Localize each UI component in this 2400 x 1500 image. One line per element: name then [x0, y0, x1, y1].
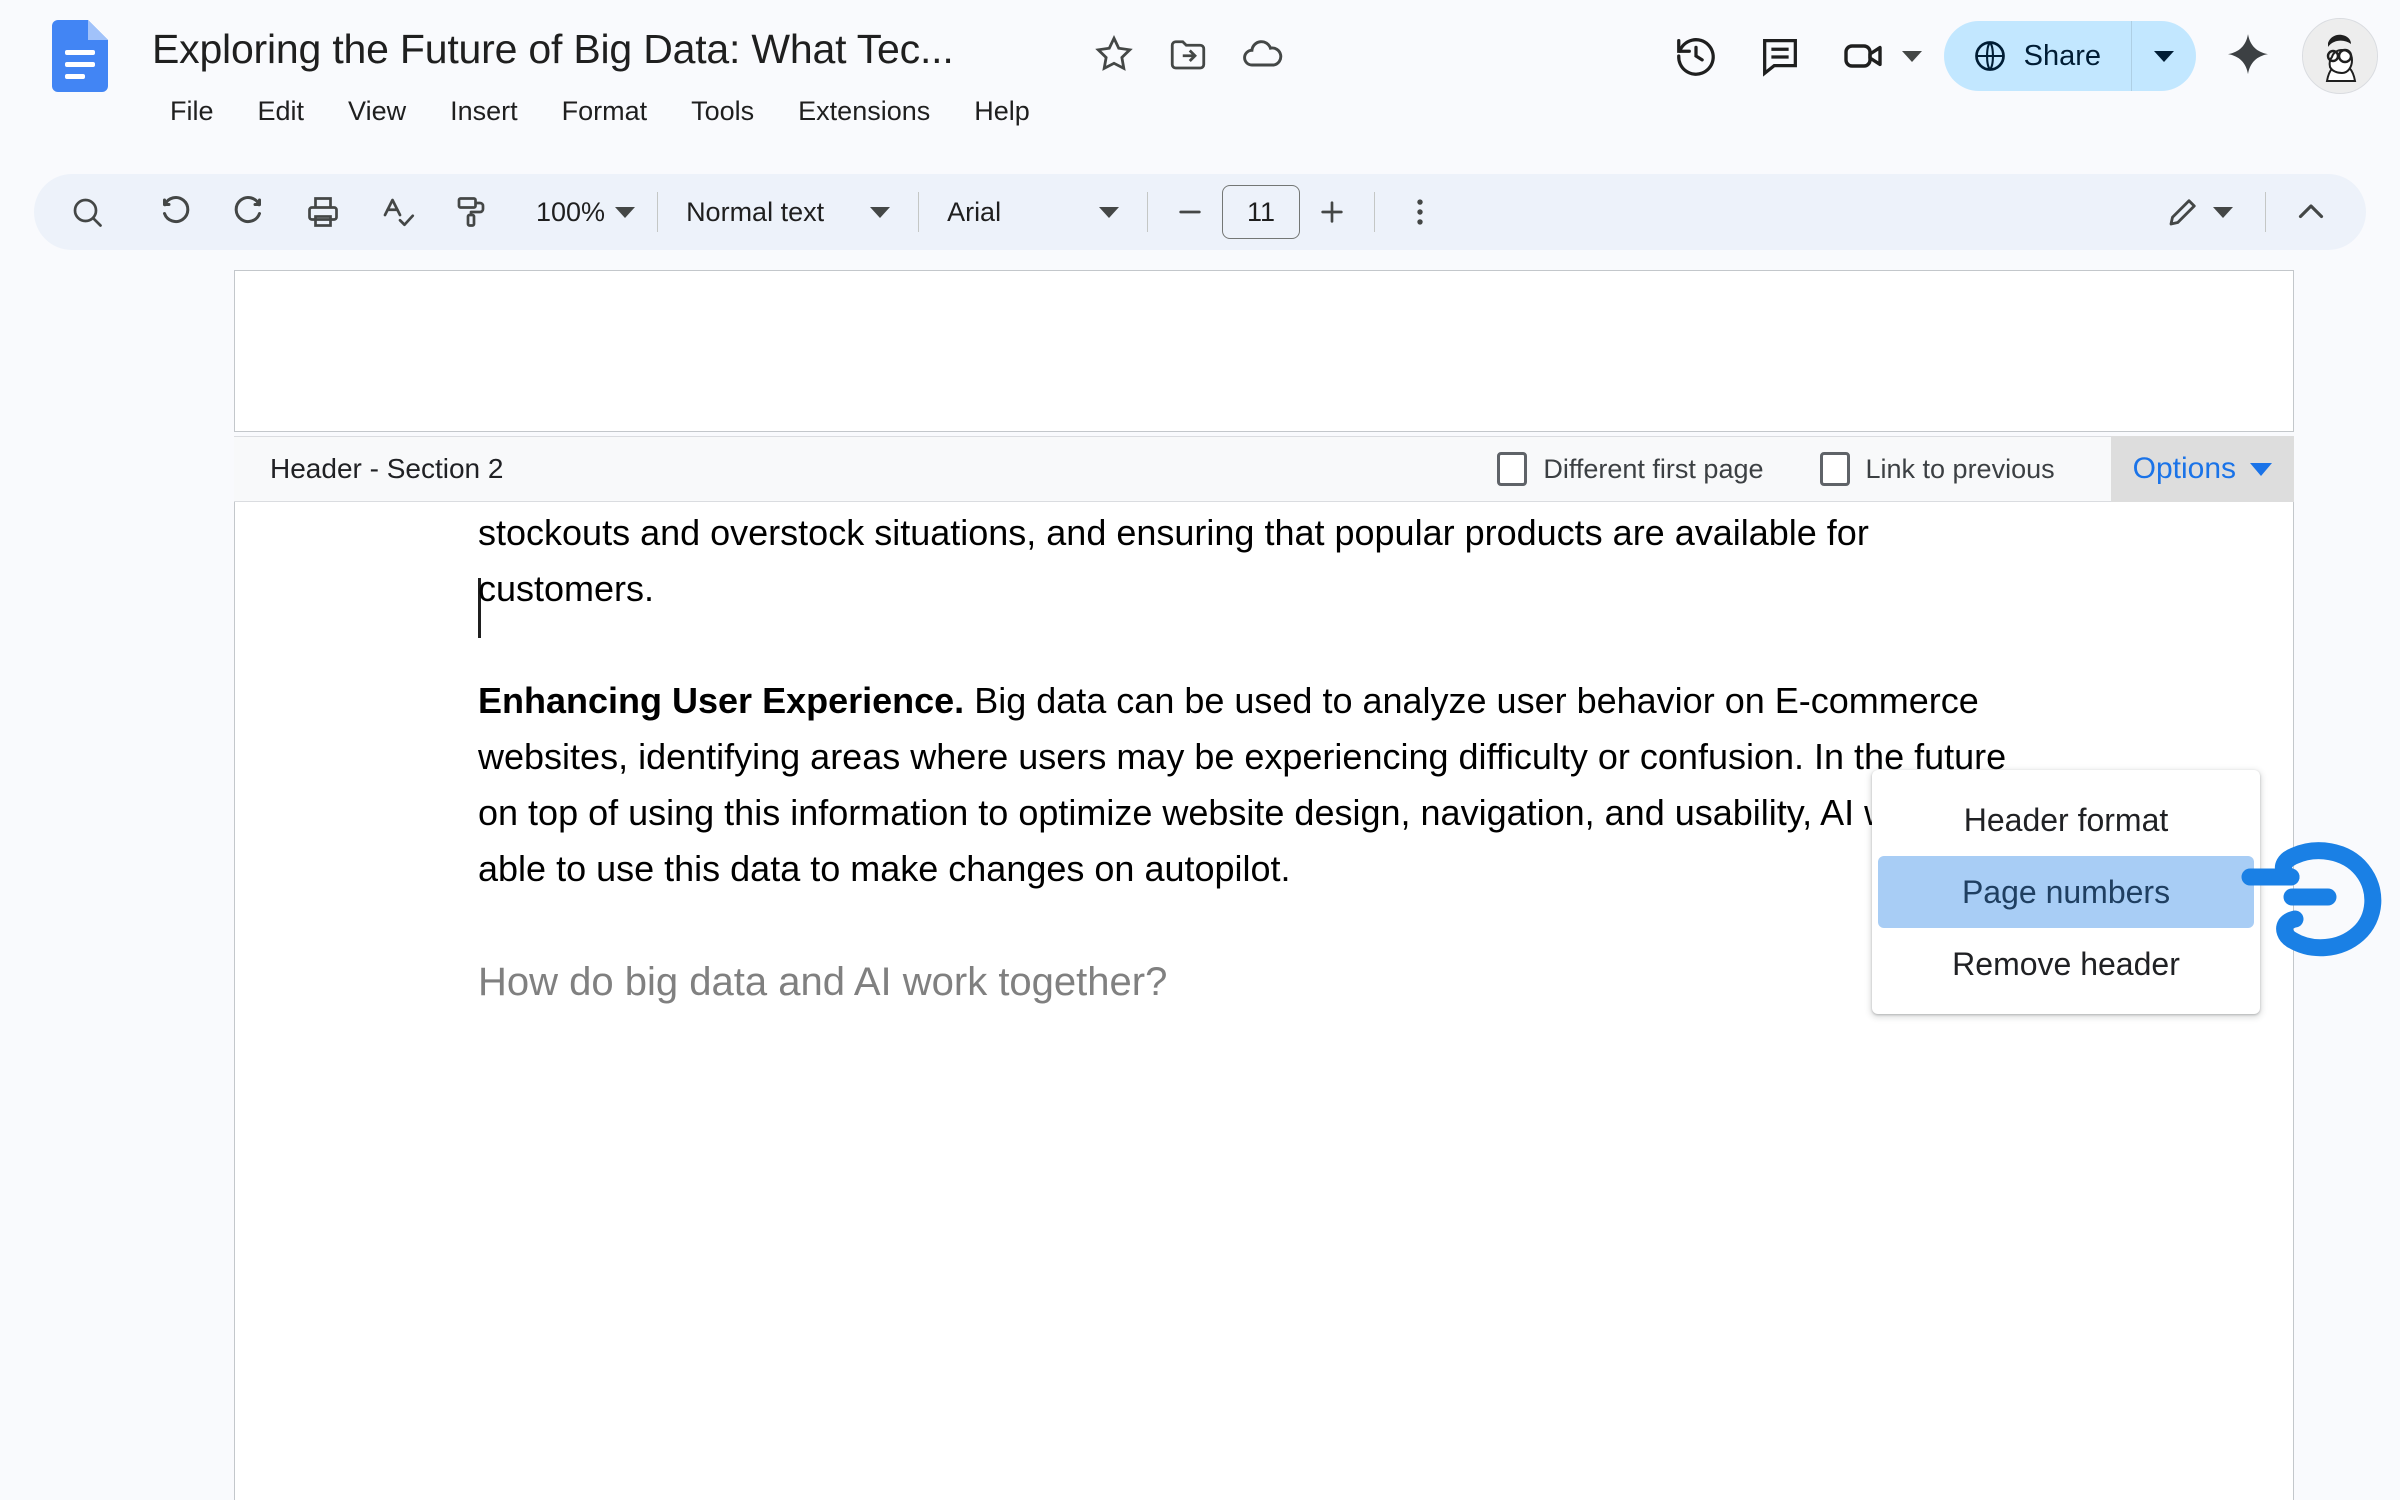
header-options-button[interactable]: Options — [2110, 436, 2294, 502]
document-title[interactable]: Exploring the Future of Big Data: What T… — [152, 26, 954, 73]
zoom-value: 100% — [536, 196, 606, 227]
print-icon[interactable] — [292, 181, 354, 243]
collapse-toolbar-icon[interactable] — [2280, 181, 2342, 243]
globe-icon — [1972, 38, 2008, 74]
minus-icon[interactable] — [1162, 184, 1218, 240]
google-docs-logo-icon[interactable] — [52, 20, 108, 92]
document-body-text[interactable]: stockouts and overstock situations, and … — [478, 505, 2038, 1067]
menu-item-edit[interactable]: Edit — [236, 90, 327, 133]
paragraph-lead-in: Enhancing User Experience. — [478, 680, 965, 721]
meet-button[interactable] — [1822, 14, 1930, 98]
top-bar: Exploring the Future of Big Data: What T… — [0, 0, 2400, 168]
toolbar-divider — [1374, 192, 1376, 232]
share-button[interactable]: Share — [1943, 21, 2196, 91]
user-avatar[interactable] — [2302, 18, 2378, 94]
chevron-down-icon — [2213, 206, 2233, 218]
plus-icon[interactable] — [1304, 184, 1360, 240]
paint-format-icon[interactable] — [440, 181, 502, 243]
more-vertical-icon[interactable] — [1389, 181, 1451, 243]
share-main[interactable]: Share — [1944, 21, 2132, 91]
menu-bar: File Edit View Insert Format Tools Exten… — [148, 90, 1052, 133]
redo-icon[interactable] — [218, 181, 280, 243]
edit-pencil-icon — [2165, 194, 2201, 230]
font-family-selector[interactable]: Arial — [933, 183, 1133, 241]
paragraph-style-selector[interactable]: Normal text — [672, 183, 904, 241]
header-section-bar: Header - Section 2 Different first page … — [234, 436, 2294, 502]
paragraph-style-value: Normal text — [686, 196, 825, 227]
chevron-down-icon — [615, 206, 636, 218]
menu-item-insert[interactable]: Insert — [428, 90, 540, 133]
toolbar-divider — [2265, 192, 2266, 232]
meet-camera-icon[interactable] — [1822, 14, 1906, 98]
paragraph-inventory: stockouts and overstock situations, and … — [478, 512, 1869, 609]
sparkle-icon[interactable] — [2208, 16, 2288, 96]
header-options-dropdown: Header format Page numbers Remove header — [1872, 770, 2260, 1014]
checkbox-label: Different first page — [1543, 453, 1764, 484]
zoom-selector[interactable]: 100% — [528, 183, 643, 241]
chevron-down-icon — [2250, 462, 2272, 476]
font-size-stepper: 11 — [1162, 184, 1360, 240]
spellcheck-icon[interactable] — [366, 181, 428, 243]
toolbar-divider — [1147, 192, 1149, 232]
font-family-value: Arial — [947, 196, 1002, 227]
top-right-actions: Share — [1654, 14, 2378, 98]
chevron-down-icon — [2154, 50, 2174, 62]
link-to-previous-checkbox[interactable]: Link to previous — [1819, 452, 2055, 486]
share-dropdown-caret[interactable] — [2132, 21, 2196, 91]
share-label: Share — [2023, 39, 2101, 72]
document-page-previous[interactable] — [234, 270, 2294, 432]
star-icon[interactable] — [1090, 30, 1138, 78]
header-section-label: Header - Section 2 — [270, 453, 504, 484]
menu-item-extensions[interactable]: Extensions — [776, 90, 952, 133]
formatting-toolbar: 100% Normal text Arial 11 — [34, 174, 2366, 250]
chevron-down-icon — [870, 206, 891, 218]
options-label: Options — [2132, 452, 2236, 485]
toolbar-divider — [918, 192, 920, 232]
comment-icon[interactable] — [1738, 14, 1822, 98]
menu-item-remove-header[interactable]: Remove header — [1878, 928, 2254, 1000]
undo-icon[interactable] — [144, 181, 206, 243]
menu-item-header-format[interactable]: Header format — [1878, 784, 2254, 856]
different-first-page-checkbox[interactable]: Different first page — [1497, 452, 1764, 486]
checkbox-label: Link to previous — [1865, 453, 2055, 484]
chevron-down-icon — [1099, 206, 1120, 218]
menu-item-page-numbers[interactable]: Page numbers — [1878, 856, 2254, 928]
search-icon[interactable] — [56, 181, 118, 243]
cloud-saved-icon[interactable] — [1238, 30, 1286, 78]
move-to-folder-icon[interactable] — [1164, 30, 1212, 78]
menu-item-tools[interactable]: Tools — [669, 90, 776, 133]
menu-item-format[interactable]: Format — [540, 90, 670, 133]
title-action-icons — [1090, 30, 1286, 78]
chevron-down-icon[interactable] — [1901, 50, 1922, 62]
checkbox-box[interactable] — [1819, 452, 1850, 486]
checkbox-box[interactable] — [1497, 452, 1528, 486]
font-size-input[interactable]: 11 — [1222, 185, 1301, 239]
menu-item-file[interactable]: File — [148, 90, 236, 133]
menu-item-view[interactable]: View — [326, 90, 428, 133]
editing-mode-button[interactable] — [2147, 181, 2251, 243]
paragraph-enhancing-ux: Enhancing User Experience. Big data can … — [478, 673, 2038, 897]
version-history-icon[interactable] — [1654, 14, 1738, 98]
toolbar-divider — [657, 192, 659, 232]
heading-how-big-data-ai: How do big data and AI work together? — [478, 960, 1168, 1004]
menu-item-help[interactable]: Help — [952, 90, 1052, 133]
